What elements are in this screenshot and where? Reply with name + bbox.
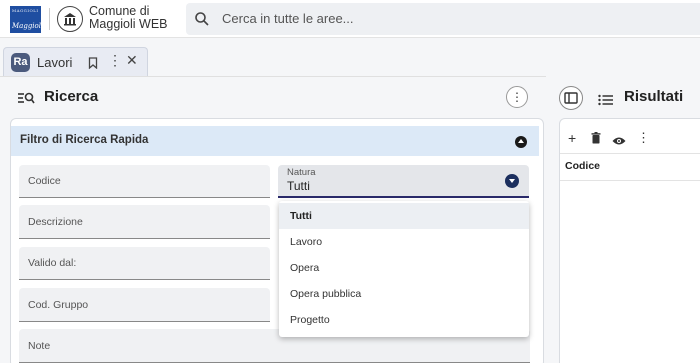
logo-text-top: MAGGIOLI xyxy=(12,8,39,13)
search-icon xyxy=(194,11,210,32)
natura-option-tutti[interactable]: Tutti xyxy=(279,203,529,229)
natura-option-opera[interactable]: Opera xyxy=(279,255,529,281)
results-card xyxy=(559,118,700,363)
eye-icon[interactable] xyxy=(612,133,626,151)
chevron-down-icon[interactable] xyxy=(505,174,519,188)
results-more-icon[interactable]: ⋮ xyxy=(637,130,650,146)
natura-dropdown: Tutti Lavoro Opera Opera pubblica Proget… xyxy=(279,201,529,337)
note-label: Note xyxy=(28,340,51,352)
natura-option-lavoro[interactable]: Lavoro xyxy=(279,229,529,255)
maggioli-logo[interactable]: MAGGIOLI Maggioli xyxy=(10,6,44,33)
filter-title: Filtro di Ricerca Rapida xyxy=(20,134,149,146)
search-list-icon xyxy=(17,91,35,110)
panel-title-risultati: Risultati xyxy=(624,88,684,105)
codice-field[interactable]: Codice xyxy=(19,165,270,198)
collapse-icon[interactable] xyxy=(515,136,527,148)
tab-lavori[interactable]: Ra Lavori ⋮ ✕ xyxy=(3,47,148,76)
column-header-codice[interactable]: Codice xyxy=(565,160,600,172)
add-icon[interactable]: + xyxy=(568,130,576,146)
tab-badge: Ra xyxy=(11,53,30,72)
close-icon[interactable]: ✕ xyxy=(126,52,138,69)
bookmark-icon[interactable] xyxy=(88,56,98,74)
search-placeholder: Cerca in tutte le aree... xyxy=(222,11,354,26)
list-icon xyxy=(598,93,614,111)
app-title: Comune di Maggioli WEB xyxy=(89,4,168,31)
sidebar-toggle-icon[interactable] xyxy=(559,86,583,110)
tab-label: Lavori xyxy=(37,55,73,70)
cod-gruppo-label: Cod. Gruppo xyxy=(28,299,89,311)
global-search[interactable]: Cerca in tutte le aree... xyxy=(186,3,700,35)
tab-menu-icon[interactable]: ⋮ xyxy=(108,52,122,69)
panel-more-button[interactable]: ⋮ xyxy=(506,86,528,108)
natura-select[interactable]: Natura Tutti xyxy=(278,165,529,198)
codice-label: Codice xyxy=(28,175,61,187)
valido-dal-field[interactable]: Valido dal: xyxy=(19,247,270,280)
valido-dal-label: Valido dal: xyxy=(28,257,77,269)
natura-value: Tutti xyxy=(287,179,310,193)
descrizione-field[interactable]: Descrizione xyxy=(19,205,270,239)
natura-option-progetto[interactable]: Progetto xyxy=(279,307,529,333)
header-divider xyxy=(49,8,50,30)
header-divider-line xyxy=(560,180,700,181)
town-hall-icon xyxy=(57,6,83,32)
cod-gruppo-field[interactable]: Cod. Gruppo xyxy=(19,288,270,322)
descrizione-label: Descrizione xyxy=(28,216,83,228)
panel-title-ricerca: Ricerca xyxy=(44,88,99,105)
natura-option-opera-pubblica[interactable]: Opera pubblica xyxy=(279,281,529,307)
logo-text-bottom: Maggioli xyxy=(12,22,44,30)
natura-label: Natura xyxy=(287,167,316,178)
delete-icon[interactable] xyxy=(591,131,601,149)
toolbar-divider xyxy=(560,153,700,154)
